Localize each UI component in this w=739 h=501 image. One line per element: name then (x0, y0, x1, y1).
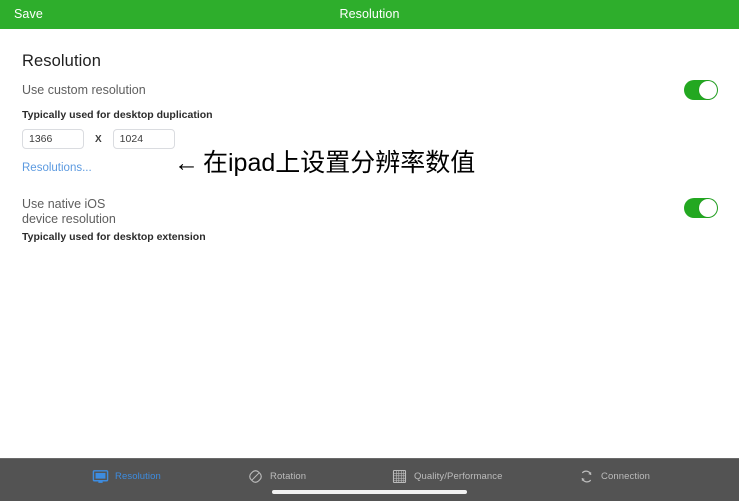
tab-rotation[interactable]: Rotation (247, 467, 306, 485)
section-heading: Resolution (22, 52, 101, 70)
toggle-knob (699, 199, 717, 217)
native-resolution-label: Use native iOS device resolution (22, 197, 116, 227)
left-arrow-icon: ← (174, 149, 199, 177)
monitor-icon (92, 469, 109, 483)
tab-list: Resolution Rotation Quality/Performance … (0, 459, 739, 492)
rotation-icon (249, 469, 262, 483)
app-root: Resolution Save Resolution Use custom re… (0, 0, 739, 501)
resolution-height-input[interactable] (112, 129, 175, 149)
custom-resolution-hint: Typically used for desktop duplication (22, 109, 213, 121)
sync-icon (581, 470, 592, 482)
settings-content: Resolution Use custom resolution Typical… (0, 29, 739, 458)
home-indicator (272, 490, 467, 494)
save-button[interactable]: Save (11, 0, 46, 29)
annotation-text: 在ipad上设置分辨率数值 (203, 149, 476, 177)
tab-connection-label: Connection (601, 470, 651, 482)
native-resolution-hint: Typically used for desktop extension (22, 231, 206, 243)
page-title-navbar: Resolution (339, 7, 400, 21)
tab-resolution-label: Resolution (115, 470, 161, 482)
tab-quality-performance-label: Quality/Performance (414, 470, 503, 482)
resolution-width-input[interactable] (22, 129, 84, 149)
resolution-inputs: X (22, 129, 175, 149)
toggle-knob (699, 81, 717, 99)
resolutions-link[interactable]: Resolutions... (22, 162, 92, 174)
grid-icon (392, 469, 407, 483)
custom-resolution-toggle[interactable] (684, 80, 718, 100)
tab-rotation-label: Rotation (270, 470, 307, 482)
annotation-overlay: ← 在ipad上设置分辨率数值 (174, 151, 475, 176)
tab-connection[interactable]: Connection (578, 467, 650, 485)
resolution-separator: X (95, 133, 102, 145)
tab-quality-performance[interactable]: Quality/Performance (391, 467, 503, 485)
tab-resolution[interactable]: Resolution (92, 467, 161, 485)
native-resolution-label-line1: Use native iOS (22, 197, 106, 211)
native-resolution-label-line2: device resolution (22, 212, 116, 226)
bottom-tab-bar: Resolution Rotation Quality/Performance … (0, 458, 739, 501)
native-resolution-toggle[interactable] (684, 198, 718, 218)
custom-resolution-label: Use custom resolution (22, 83, 146, 97)
navigation-bar: Resolution Save (0, 0, 739, 29)
